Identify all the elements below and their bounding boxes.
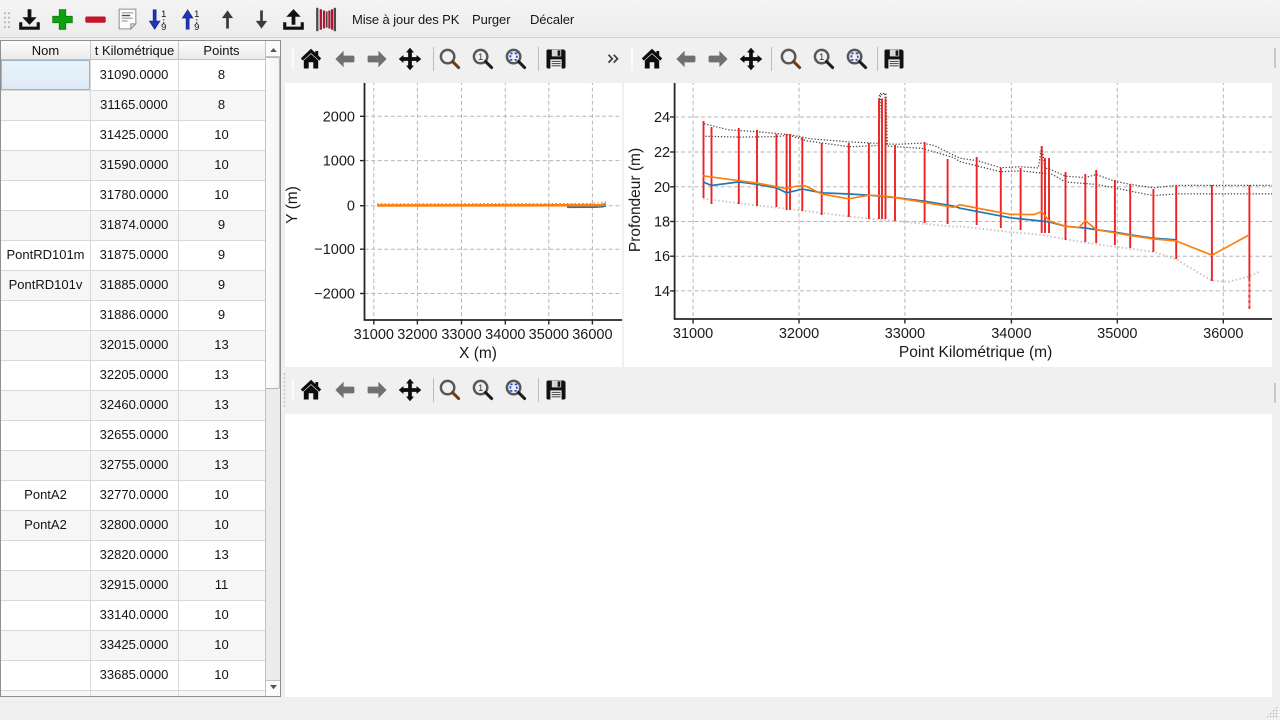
svg-text:22: 22 <box>654 145 670 161</box>
svg-text:1000: 1000 <box>323 154 355 170</box>
svg-text:20: 20 <box>654 180 670 196</box>
svg-text:32000: 32000 <box>779 326 819 342</box>
svg-text:34000: 34000 <box>991 326 1031 342</box>
svg-text:36000: 36000 <box>1203 326 1243 342</box>
svg-text:24: 24 <box>654 110 670 126</box>
svg-text:X (m): X (m) <box>459 345 497 362</box>
svg-text:Y (m): Y (m) <box>285 186 301 224</box>
svg-text:31000: 31000 <box>673 326 713 342</box>
svg-text:31000: 31000 <box>354 327 394 343</box>
svg-text:18: 18 <box>654 215 670 231</box>
svg-text:36000: 36000 <box>572 327 612 343</box>
svg-text:−1000: −1000 <box>314 242 355 258</box>
svg-text:Point Kilométrique (m): Point Kilométrique (m) <box>899 344 1052 361</box>
svg-text:Profondeur (m): Profondeur (m) <box>627 148 644 252</box>
svg-text:16: 16 <box>654 249 670 265</box>
svg-text:32000: 32000 <box>397 327 437 343</box>
svg-text:34000: 34000 <box>485 327 525 343</box>
svg-text:35000: 35000 <box>1097 326 1137 342</box>
svg-text:2000: 2000 <box>323 109 355 125</box>
svg-text:33000: 33000 <box>885 326 925 342</box>
svg-text:0: 0 <box>347 199 355 215</box>
svg-text:35000: 35000 <box>529 327 569 343</box>
svg-text:14: 14 <box>654 284 670 300</box>
svg-text:−2000: −2000 <box>314 287 355 303</box>
svg-text:33000: 33000 <box>441 327 481 343</box>
